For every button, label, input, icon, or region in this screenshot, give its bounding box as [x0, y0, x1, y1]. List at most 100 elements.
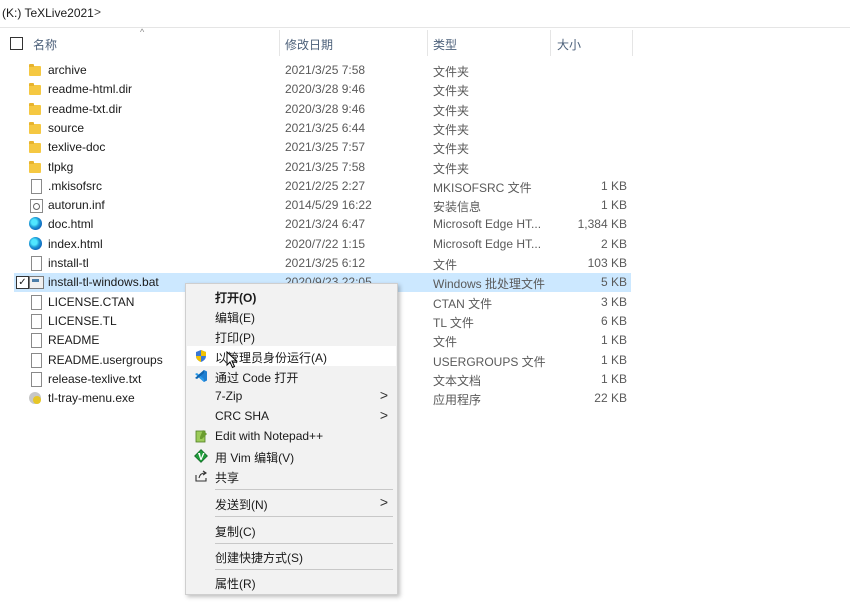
file-date: 2020/3/28 9:46 — [285, 101, 366, 116]
file-row[interactable]: tlpkg 2021/3/25 7:58 文件夹 — [14, 158, 631, 177]
column-header-date[interactable]: 修改日期 — [285, 36, 333, 53]
folder-icon — [29, 141, 43, 154]
menu-item-label: 7-Zip — [215, 389, 243, 403]
file-name: install-tl-windows.bat — [48, 275, 159, 290]
menu-item-edit-vim[interactable]: 用 Vim 编辑(V) — [187, 446, 396, 466]
menu-item-label: 打印(P) — [215, 331, 255, 345]
menu-item-crc-sha[interactable]: CRC SHA > — [187, 406, 396, 426]
menu-item-properties[interactable]: 属性(R) — [187, 572, 396, 592]
edge-icon — [29, 236, 43, 251]
menu-item-run-as-admin[interactable]: 以管理员身份运行(A) — [187, 346, 396, 366]
column-header-name[interactable]: 名称 — [33, 36, 57, 53]
menu-item-edit-notepadpp[interactable]: Edit with Notepad++ — [187, 426, 396, 446]
file-size: 5 KB — [600, 275, 627, 290]
file-icon — [29, 294, 43, 310]
menu-separator — [215, 569, 393, 570]
file-date: 2021/3/24 6:47 — [285, 217, 366, 232]
select-all-checkbox[interactable] — [10, 37, 23, 50]
menu-item-label: CRC SHA — [215, 409, 270, 423]
file-name: LICENSE.CTAN — [48, 294, 135, 309]
menu-item-label: 发送到(N) — [215, 498, 268, 512]
file-row[interactable]: .mkisofsrc 2021/2/25 2:27 MKISOFSRC 文件 1 KB — [14, 177, 631, 196]
folder-icon — [29, 121, 43, 134]
file-row[interactable]: texlive-doc 2021/3/25 7:57 文件夹 — [14, 138, 631, 157]
file-icon — [29, 333, 43, 349]
file-date: 2020/7/22 1:15 — [285, 236, 366, 251]
file-size: 103 KB — [587, 256, 627, 270]
column-divider[interactable] — [550, 30, 551, 56]
submenu-arrow-icon: > — [379, 407, 388, 423]
column-divider[interactable] — [632, 30, 633, 56]
menu-item-label: 通过 Code 打开 — [215, 371, 299, 385]
address-bar[interactable]: (K:) TeXLive2021 > — [0, 0, 850, 28]
file-date: 2021/2/25 2:27 — [285, 178, 366, 193]
row-checkbox[interactable]: ✓ — [16, 276, 29, 290]
file-row[interactable]: index.html 2020/7/22 1:15 Microsoft Edge H… — [14, 235, 631, 254]
file-name: autorun.inf — [48, 198, 105, 213]
breadcrumb-path[interactable]: (K:) TeXLive2021 — [2, 6, 94, 20]
menu-item-label: 复制(C) — [215, 525, 256, 539]
column-header-size[interactable]: 大小 — [557, 36, 581, 53]
file-row[interactable]: archive 2021/3/25 7:58 文件夹 — [14, 61, 631, 80]
mouse-pointer-icon — [226, 351, 238, 369]
file-name: README.usergroups — [48, 352, 163, 367]
file-icon — [29, 352, 43, 368]
menu-item-edit[interactable]: 编辑(E) — [187, 306, 396, 326]
file-type: CTAN 文件 — [433, 296, 493, 311]
file-name: index.html — [48, 236, 103, 251]
column-divider[interactable] — [427, 30, 428, 56]
file-size: 22 KB — [594, 391, 627, 406]
column-header-type[interactable]: 类型 — [433, 36, 457, 53]
file-type: 文件夹 — [433, 161, 470, 176]
file-name: .mkisofsrc — [48, 178, 102, 193]
file-type: 文件 — [433, 335, 458, 350]
share-icon — [194, 469, 208, 483]
file-type: USERGROUPS 文件 — [433, 354, 546, 369]
file-name: tlpkg — [48, 159, 74, 174]
file-date: 2021/3/25 7:58 — [285, 63, 366, 77]
file-size: 1 KB — [600, 352, 627, 367]
submenu-arrow-icon: > — [379, 387, 388, 403]
menu-item-open[interactable]: 打开(O) — [187, 286, 396, 306]
edge-icon — [29, 217, 43, 231]
file-row[interactable]: autorun.inf 2014/5/29 16:22 安装信息 1 KB — [14, 196, 631, 215]
file-name: archive — [48, 63, 87, 77]
file-type: 文件夹 — [433, 142, 470, 157]
file-row[interactable]: doc.html 2021/3/24 6:47 Microsoft Edge HT.… — [14, 215, 631, 234]
file-name: readme-html.dir — [48, 82, 133, 97]
file-date: 2020/3/28 9:46 — [285, 82, 366, 97]
file-name: tl-tray-menu.exe — [48, 391, 135, 406]
menu-item-7zip[interactable]: 7-Zip > — [187, 386, 396, 406]
setup-info-icon — [29, 198, 43, 214]
menu-item-send-to[interactable]: 发送到(N) > — [187, 493, 396, 513]
submenu-arrow-icon: > — [379, 494, 388, 510]
file-size: 2 KB — [600, 236, 627, 251]
file-row[interactable]: readme-html.dir 2020/3/28 9:46 文件夹 — [14, 80, 631, 99]
batch-file-icon — [29, 275, 44, 290]
column-divider[interactable] — [279, 30, 280, 56]
menu-separator — [215, 543, 393, 544]
file-size: 3 KB — [600, 294, 627, 309]
file-date: 2014/5/29 16:22 — [285, 198, 372, 213]
menu-item-create-shortcut[interactable]: 创建快捷方式(S) — [187, 546, 396, 566]
text-file-icon — [29, 371, 43, 387]
file-type: 文件夹 — [433, 103, 470, 118]
menu-item-print[interactable]: 打印(P) — [187, 326, 396, 346]
file-size: 1 KB — [600, 371, 627, 386]
file-row[interactable]: install-tl 2021/3/25 6:12 文件 103 KB — [14, 254, 631, 273]
file-date: 2021/3/25 6:12 — [285, 256, 366, 270]
file-type: TL 文件 — [433, 315, 474, 330]
menu-item-share[interactable]: 共享 — [187, 466, 396, 486]
menu-separator — [215, 489, 393, 490]
file-row[interactable]: source 2021/3/25 6:44 文件夹 — [14, 119, 631, 138]
menu-item-label: 属性(R) — [215, 577, 256, 591]
file-size: 1 KB — [600, 198, 627, 213]
folder-icon — [29, 102, 43, 115]
file-row[interactable]: readme-txt.dir 2020/3/28 9:46 文件夹 — [14, 100, 631, 119]
file-type: Microsoft Edge HT... — [433, 236, 542, 251]
menu-item-open-with-code[interactable]: 通过 Code 打开 — [187, 366, 396, 386]
menu-item-copy[interactable]: 复制(C) — [187, 520, 396, 540]
chevron-right-icon[interactable]: > — [94, 5, 101, 19]
file-name: release-texlive.txt — [48, 371, 142, 386]
folder-icon — [29, 160, 43, 173]
